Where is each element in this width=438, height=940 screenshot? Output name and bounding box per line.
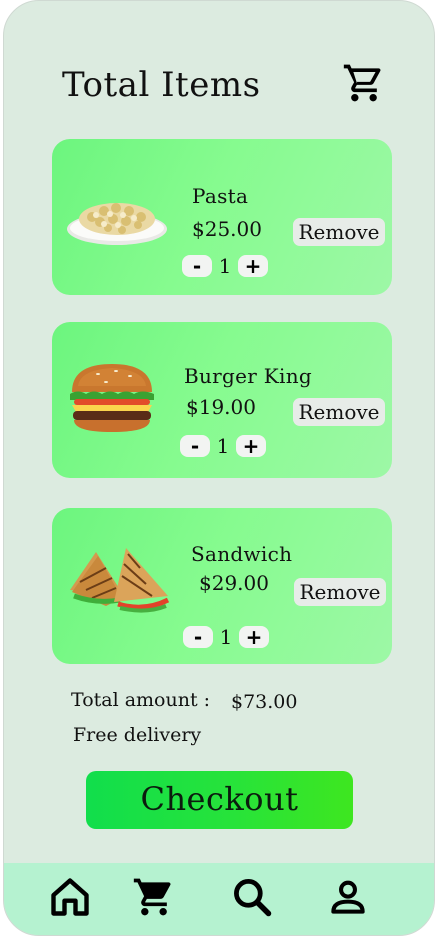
search-icon[interactable] xyxy=(230,875,274,919)
total-amount-value: $73.00 xyxy=(231,691,298,713)
burger-image xyxy=(70,364,154,432)
remove-button[interactable]: Remove xyxy=(294,578,386,606)
increment-button[interactable]: + xyxy=(236,435,266,457)
cart-item-pasta: Pasta $25.00 - 1 + Remove xyxy=(52,139,392,295)
quantity-value: 1 xyxy=(219,625,233,649)
checkout-button[interactable]: Checkout xyxy=(86,771,353,829)
quantity-value: 1 xyxy=(218,254,232,278)
home-icon[interactable] xyxy=(48,875,92,919)
total-amount-label: Total amount : xyxy=(71,689,211,711)
increment-button[interactable]: + xyxy=(239,626,269,648)
item-price: $29.00 xyxy=(199,571,269,595)
cart-item-burger-king: Burger King $19.00 - 1 + Remove xyxy=(52,322,392,478)
remove-button[interactable]: Remove xyxy=(293,398,385,426)
item-price: $19.00 xyxy=(186,395,256,419)
item-name: Sandwich xyxy=(191,542,293,566)
profile-icon[interactable] xyxy=(326,875,370,919)
quantity-stepper: - 1 + xyxy=(183,625,269,649)
cart-icon[interactable] xyxy=(132,875,176,919)
item-price: $25.00 xyxy=(192,217,262,241)
decrement-button[interactable]: - xyxy=(182,255,212,277)
quantity-value: 1 xyxy=(216,434,230,458)
page-title: Total Items xyxy=(62,65,261,105)
decrement-button[interactable]: - xyxy=(180,435,210,457)
pasta-image xyxy=(67,203,167,245)
quantity-stepper: - 1 + xyxy=(180,434,266,458)
cart-item-sandwich: Sandwich $29.00 - 1 + Remove xyxy=(52,508,392,664)
delivery-info: Free delivery xyxy=(73,724,202,746)
header: Total Items xyxy=(62,61,402,109)
increment-button[interactable]: + xyxy=(238,255,268,277)
item-name: Pasta xyxy=(192,184,249,208)
quantity-stepper: - 1 + xyxy=(182,254,268,278)
decrement-button[interactable]: - xyxy=(183,626,213,648)
sandwich-image xyxy=(70,548,170,613)
phone-screen: Total Items Pasta $25.00 - 1 + Remove Bu… xyxy=(3,0,435,936)
bottom-nav xyxy=(4,863,434,935)
remove-button[interactable]: Remove xyxy=(293,218,385,246)
cart-icon[interactable] xyxy=(342,61,386,105)
item-name: Burger King xyxy=(184,364,313,388)
